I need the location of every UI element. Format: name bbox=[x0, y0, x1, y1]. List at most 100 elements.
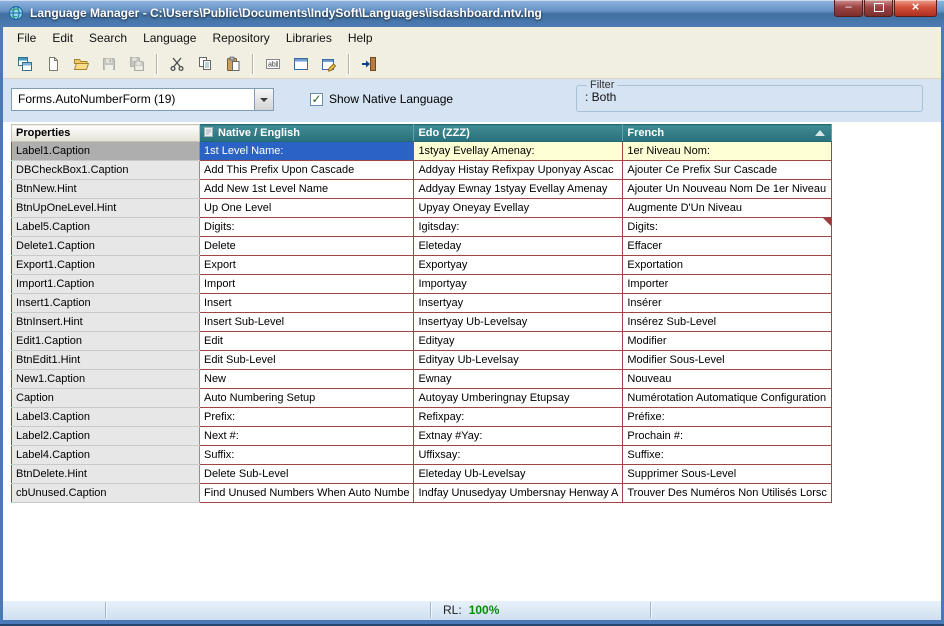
translation-cell[interactable]: Modifier bbox=[623, 332, 831, 351]
translation-cell[interactable]: Ewnay bbox=[414, 370, 623, 389]
translation-cell[interactable]: Exportation bbox=[623, 256, 831, 275]
translation-cell[interactable]: Edit bbox=[200, 332, 414, 351]
property-cell[interactable]: cbUnused.Caption bbox=[12, 484, 200, 503]
property-cell[interactable]: Label5.Caption bbox=[12, 218, 200, 237]
property-cell[interactable]: BtnUpOneLevel.Hint bbox=[12, 199, 200, 218]
translation-cell[interactable]: Addyay Histay Refixpay Uponyay Ascac bbox=[414, 161, 623, 180]
translation-cell[interactable]: Numérotation Automatique Configuration bbox=[623, 389, 831, 408]
translation-cell[interactable]: Exportyay bbox=[414, 256, 623, 275]
translation-cell[interactable]: 1st Level Name: bbox=[200, 142, 414, 161]
translation-cell[interactable]: Uffixsay: bbox=[414, 446, 623, 465]
translation-cell[interactable]: Delete Sub-Level bbox=[200, 465, 414, 484]
menu-search[interactable]: Search bbox=[81, 27, 135, 48]
property-cell[interactable]: Caption bbox=[12, 389, 200, 408]
translation-cell[interactable]: Add This Prefix Upon Cascade bbox=[200, 161, 414, 180]
translation-cell[interactable]: Prochain #: bbox=[623, 427, 831, 446]
translation-cell[interactable]: Augmente D'Un Niveau bbox=[623, 199, 831, 218]
translation-cell[interactable]: Digits: bbox=[200, 218, 414, 237]
translation-cell[interactable]: Refixpay: bbox=[414, 408, 623, 427]
translation-cell[interactable]: Extnay #Yay: bbox=[414, 427, 623, 446]
translation-cell[interactable]: Modifier Sous-Level bbox=[623, 351, 831, 370]
copy-button[interactable] bbox=[192, 52, 218, 76]
save-button[interactable] bbox=[96, 52, 122, 76]
property-cell[interactable]: New1.Caption bbox=[12, 370, 200, 389]
translation-cell[interactable]: Insérez Sub-Level bbox=[623, 313, 831, 332]
translation-cell[interactable]: Eleteday Ub-Levelsay bbox=[414, 465, 623, 484]
translation-cell[interactable]: Edityay bbox=[414, 332, 623, 351]
column-header-properties[interactable]: Properties bbox=[12, 125, 200, 142]
translation-cell[interactable]: Suffixe: bbox=[623, 446, 831, 465]
property-cell[interactable]: BtnEdit1.Hint bbox=[12, 351, 200, 370]
show-native-language-checkbox[interactable]: ✓ Show Native Language bbox=[310, 92, 453, 106]
form-edit-button[interactable] bbox=[316, 52, 342, 76]
translation-cell[interactable]: Importer bbox=[623, 275, 831, 294]
translation-cell[interactable]: Importyay bbox=[414, 275, 623, 294]
translation-cell[interactable]: Suffix: bbox=[200, 446, 414, 465]
translation-cell[interactable]: Add New 1st Level Name bbox=[200, 180, 414, 199]
property-cell[interactable]: Insert1.Caption bbox=[12, 294, 200, 313]
menu-libraries[interactable]: Libraries bbox=[278, 27, 340, 48]
translation-cell[interactable]: Upyay Oneyay Evellay bbox=[414, 199, 623, 218]
translation-cell[interactable]: Effacer bbox=[623, 237, 831, 256]
translation-cell[interactable]: Nouveau bbox=[623, 370, 831, 389]
translation-cell[interactable]: Trouver Des Numéros Non Utilisés Lorsc bbox=[623, 484, 831, 503]
translation-cell[interactable]: Export bbox=[200, 256, 414, 275]
close-button[interactable]: × bbox=[894, 0, 937, 17]
translation-cell[interactable]: Edit Sub-Level bbox=[200, 351, 414, 370]
translation-cell[interactable]: Ajouter Ce Prefix Sur Cascade bbox=[623, 161, 831, 180]
property-cell[interactable]: Delete1.Caption bbox=[12, 237, 200, 256]
translation-cell[interactable]: Igitsday: bbox=[414, 218, 623, 237]
maximize-button[interactable] bbox=[864, 0, 893, 17]
property-cell[interactable]: Label2.Caption bbox=[12, 427, 200, 446]
translation-cell[interactable]: Indfay Unusedyay Umbersnay Henway A bbox=[414, 484, 623, 503]
property-cell[interactable]: BtnInsert.Hint bbox=[12, 313, 200, 332]
property-cell[interactable]: DBCheckBox1.Caption bbox=[12, 161, 200, 180]
translation-cell[interactable]: Digits: bbox=[623, 218, 831, 237]
translation-cell[interactable]: Ajouter Un Nouveau Nom De 1er Niveau bbox=[623, 180, 831, 199]
form-button[interactable] bbox=[288, 52, 314, 76]
translation-cell[interactable]: Insertyay Ub-Levelsay bbox=[414, 313, 623, 332]
translation-cell[interactable]: Auto Numbering Setup bbox=[200, 389, 414, 408]
translation-cell[interactable]: Supprimer Sous-Level bbox=[623, 465, 831, 484]
menu-help[interactable]: Help bbox=[340, 27, 381, 48]
translation-cell[interactable]: Préfixe: bbox=[623, 408, 831, 427]
menu-edit[interactable]: Edit bbox=[44, 27, 81, 48]
dropdown-button[interactable] bbox=[254, 89, 273, 110]
property-cell[interactable]: Label3.Caption bbox=[12, 408, 200, 427]
translation-cell[interactable]: Insert bbox=[200, 294, 414, 313]
minimize-button[interactable]: – bbox=[834, 0, 863, 17]
open-button[interactable] bbox=[68, 52, 94, 76]
translation-cell[interactable]: Addyay Ewnay 1styay Evellay Amenay bbox=[414, 180, 623, 199]
form-selector[interactable]: Forms.AutoNumberForm (19) bbox=[11, 88, 274, 111]
translation-cell[interactable]: Delete bbox=[200, 237, 414, 256]
new-file-button[interactable] bbox=[40, 52, 66, 76]
translation-cell[interactable]: Find Unused Numbers When Auto Numbe bbox=[200, 484, 414, 503]
menu-file[interactable]: File bbox=[9, 27, 44, 48]
translation-cell[interactable]: Import bbox=[200, 275, 414, 294]
paste-button[interactable] bbox=[220, 52, 246, 76]
translation-cell[interactable]: Edityay Ub-Levelsay bbox=[414, 351, 623, 370]
translation-cell[interactable]: Prefix: bbox=[200, 408, 414, 427]
property-cell[interactable]: BtnNew.Hint bbox=[12, 180, 200, 199]
text-fields-button[interactable]: ab bbox=[260, 52, 286, 76]
translation-cell[interactable]: 1er Niveau Nom: bbox=[623, 142, 831, 161]
property-cell[interactable]: Export1.Caption bbox=[12, 256, 200, 275]
property-cell[interactable]: Import1.Caption bbox=[12, 275, 200, 294]
translation-cell[interactable]: Insertyay bbox=[414, 294, 623, 313]
translation-cell[interactable]: 1styay Evellay Amenay: bbox=[414, 142, 623, 161]
translation-cell[interactable]: Up One Level bbox=[200, 199, 414, 218]
menu-repository[interactable]: Repository bbox=[204, 27, 277, 48]
column-header-french[interactable]: French bbox=[623, 125, 831, 142]
translation-cell[interactable]: New bbox=[200, 370, 414, 389]
translation-cell[interactable]: Eleteday bbox=[414, 237, 623, 256]
column-header-native-english[interactable]: Native / English bbox=[200, 125, 414, 142]
property-cell[interactable]: Edit1.Caption bbox=[12, 332, 200, 351]
translation-cell[interactable]: Insert Sub-Level bbox=[200, 313, 414, 332]
cut-button[interactable] bbox=[164, 52, 190, 76]
translation-cell[interactable]: Insérer bbox=[623, 294, 831, 313]
property-cell[interactable]: Label4.Caption bbox=[12, 446, 200, 465]
column-header-edo-zzz-[interactable]: Edo (ZZZ) bbox=[414, 125, 623, 142]
translation-cell[interactable]: Next #: bbox=[200, 427, 414, 446]
exit-button[interactable] bbox=[356, 52, 382, 76]
new-library-button[interactable] bbox=[12, 52, 38, 76]
